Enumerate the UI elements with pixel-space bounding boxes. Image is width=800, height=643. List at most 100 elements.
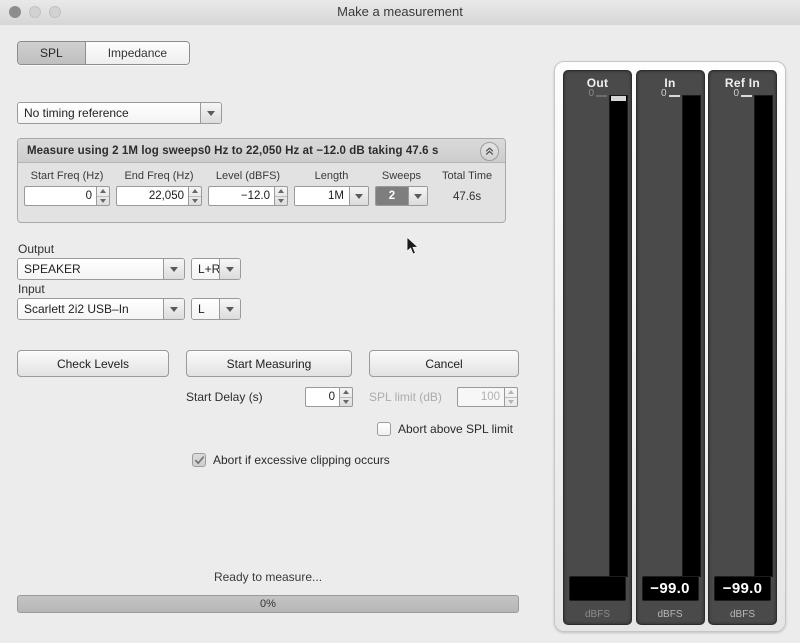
end-freq-label: End Freq (Hz) (124, 170, 194, 182)
start-delay-label: Start Delay (s) (186, 390, 263, 404)
check-levels-button[interactable]: Check Levels (17, 350, 169, 377)
meter-out-peak-marker (611, 96, 626, 101)
length-value: 1M (295, 187, 349, 205)
meter-out-bar (609, 95, 628, 577)
sweeps-label: Sweeps (381, 170, 422, 182)
level-label: Level (dBFS) (215, 170, 281, 182)
tab-impedance[interactable]: Impedance (85, 42, 190, 64)
level-decrement[interactable] (275, 197, 287, 206)
start-delay-spinner[interactable] (305, 387, 353, 407)
abort-if-excessive-clipping-checkbox[interactable] (192, 453, 206, 467)
timing-reference-select[interactable]: No timing reference (17, 102, 222, 124)
measurement-type-tabs: SPL Impedance (17, 41, 191, 65)
meter-ref-in-bar (754, 95, 773, 577)
cancel-button[interactable]: Cancel (369, 350, 519, 377)
measurement-summary-header: Measure using 2 1M log sweeps0 Hz to 22,… (18, 139, 505, 163)
abort-above-spl-limit-checkbox-row[interactable]: Abort above SPL limit (377, 422, 513, 436)
total-time-value: 47.6s (453, 191, 482, 203)
start-measuring-button[interactable]: Start Measuring (186, 350, 352, 377)
meter-tick-mark (596, 95, 607, 97)
start-delay-input[interactable] (305, 387, 339, 407)
total-time-label: Total Time (442, 170, 493, 182)
output-section-label: Output (18, 242, 55, 256)
abort-above-spl-limit-label: Abort above SPL limit (398, 422, 513, 436)
level-increment[interactable] (275, 187, 287, 197)
level-spinner[interactable] (208, 186, 288, 206)
input-channel-select[interactable]: L (191, 298, 241, 320)
meter-ref-in-title: Ref In (724, 76, 761, 90)
chevron-down-icon[interactable] (219, 259, 240, 279)
meter-tick-major: 0 (712, 88, 752, 99)
start-delay-decrement[interactable] (340, 398, 352, 407)
status-text: Ready to measure... (213, 570, 323, 584)
meter-in-scale: 0 (640, 88, 680, 575)
field-start-freq: Start Freq (Hz) (24, 170, 110, 206)
end-freq-stepper[interactable] (188, 186, 202, 206)
end-freq-input[interactable] (116, 186, 188, 206)
input-device-select[interactable]: Scarlett 2i2 USB–In (17, 298, 185, 320)
length-select[interactable]: 1M (294, 186, 369, 206)
field-length: Length 1M (294, 170, 369, 206)
start-freq-increment[interactable] (97, 187, 109, 197)
sweeps-select[interactable]: 2 (375, 186, 428, 206)
chevron-down-icon[interactable] (163, 299, 184, 319)
spl-limit-label: SPL limit (dB) (369, 390, 442, 404)
start-freq-input[interactable] (24, 186, 96, 206)
level-stepper[interactable] (274, 186, 288, 206)
spl-limit-input (457, 387, 504, 407)
meter-tick-major: 0 (640, 88, 680, 99)
meter-ref-in-unit: dBFS (729, 609, 755, 620)
start-freq-stepper[interactable] (96, 186, 110, 206)
measurement-settings-panel: Measure using 2 1M log sweeps0 Hz to 22,… (17, 138, 506, 223)
meter-in-readout: −99.0 (641, 576, 699, 601)
level-meters-panel: Out 0 dBFS In 0 −99.0 dBFS Ref In 0 −99.… (554, 61, 786, 632)
output-channel-select[interactable]: L+R (191, 258, 241, 280)
output-device-value: SPEAKER (18, 259, 163, 279)
arrow-cursor-icon (406, 235, 420, 261)
meter-out-title: Out (586, 76, 609, 90)
meter-tick-mark (741, 95, 752, 97)
start-freq-decrement[interactable] (97, 197, 109, 206)
window-titlebar: Make a measurement (0, 0, 800, 26)
field-level: Level (dBFS) (208, 170, 288, 206)
start-delay-stepper[interactable] (339, 387, 353, 407)
chevron-down-icon[interactable] (349, 187, 368, 205)
spl-limit-decrement (505, 398, 517, 407)
field-sweeps: Sweeps 2 (375, 170, 428, 206)
meter-out: Out 0 dBFS (563, 70, 632, 625)
length-label: Length (314, 170, 349, 182)
spl-limit-increment (505, 388, 517, 398)
chevron-down-icon[interactable] (163, 259, 184, 279)
level-input[interactable] (208, 186, 274, 206)
meter-out-scale: 0 (567, 88, 607, 575)
start-delay-increment[interactable] (340, 388, 352, 398)
chevron-down-icon[interactable] (200, 103, 221, 123)
tab-spl[interactable]: SPL (18, 42, 86, 64)
output-channel-value: L+R (192, 259, 219, 279)
output-device-select[interactable]: SPEAKER (17, 258, 185, 280)
measurement-fields-row: Start Freq (Hz) End Freq (Hz) (18, 163, 505, 206)
end-freq-increment[interactable] (189, 187, 201, 197)
input-channel-value: L (192, 299, 219, 319)
meter-ref-in: Ref In 0 −99.0 dBFS (708, 70, 777, 625)
meter-tick-label: 0 (588, 88, 594, 99)
end-freq-decrement[interactable] (189, 197, 201, 206)
field-total-time: Total Time 47.6s (442, 170, 492, 203)
sweeps-value: 2 (376, 187, 408, 205)
spl-limit-stepper (504, 387, 518, 407)
chevron-down-icon[interactable] (219, 299, 240, 319)
chevron-double-up-icon[interactable] (480, 142, 499, 161)
meter-tick-mark (668, 95, 680, 97)
start-freq-spinner[interactable] (24, 186, 110, 206)
chevron-down-icon[interactable] (408, 187, 427, 205)
start-freq-label: Start Freq (Hz) (30, 170, 104, 182)
meter-in-title: In (664, 76, 676, 90)
meter-out-unit: dBFS (584, 609, 610, 620)
meter-out-readout (569, 576, 626, 601)
abort-if-excessive-clipping-checkbox-row[interactable]: Abort if excessive clipping occurs (192, 453, 390, 467)
make-a-measurement-window: Make a measurement SPL Impedance No timi… (0, 0, 800, 643)
abort-above-spl-limit-checkbox[interactable] (377, 422, 391, 436)
meter-tick-label: 0 (733, 88, 739, 99)
input-device-value: Scarlett 2i2 USB–In (18, 299, 163, 319)
end-freq-spinner[interactable] (116, 186, 202, 206)
